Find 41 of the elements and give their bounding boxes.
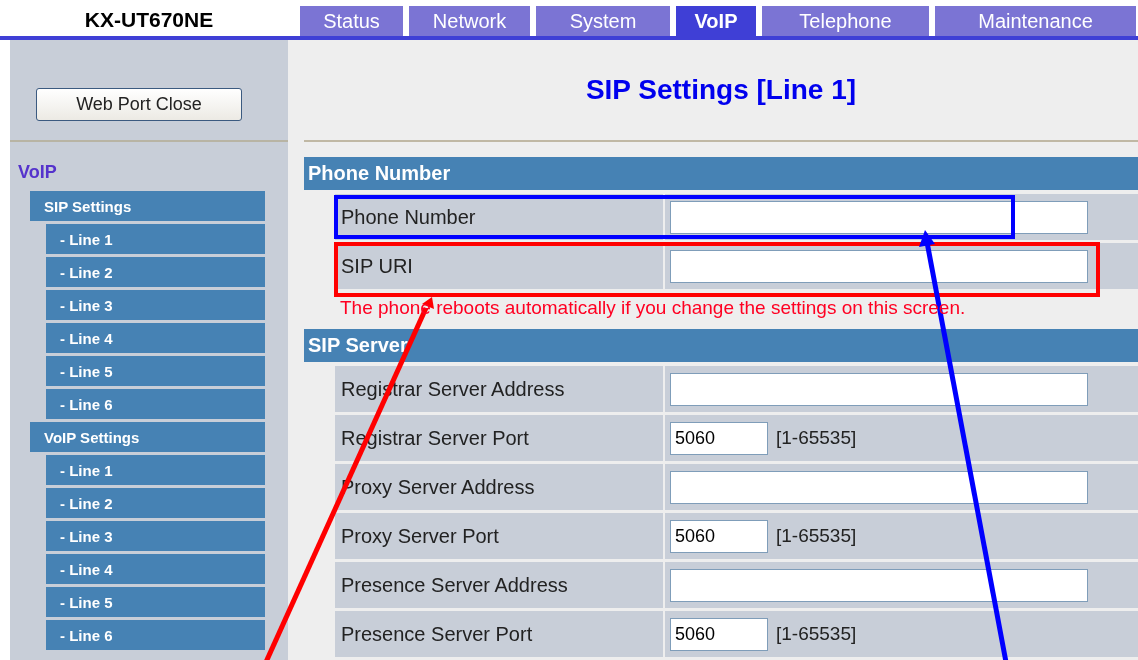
nav-tab[interactable]: VoIP <box>676 6 756 36</box>
field-label: SIP URI <box>335 243 663 289</box>
nav-tab[interactable]: Network <box>409 6 530 36</box>
sidebar-item[interactable]: - Line 4 <box>46 554 265 584</box>
sidebar-title: VoIP <box>18 162 58 183</box>
sidebar-item[interactable]: - Line 3 <box>46 521 265 551</box>
section-header: SIP Server <box>304 329 1138 362</box>
sidebar-group-link[interactable]: VoIP Settings <box>30 422 265 452</box>
page-title: SIP Settings [Line 1] <box>304 40 1138 142</box>
sidebar-group-link[interactable]: SIP Settings <box>30 191 265 221</box>
nav-tab[interactable]: System <box>536 6 670 36</box>
sidebar-item[interactable]: - Line 2 <box>46 488 265 518</box>
field-label: Presence Server Address <box>335 562 663 608</box>
range-hint: [1-65535] <box>776 623 857 645</box>
sidebar-item[interactable]: - Line 3 <box>46 290 265 320</box>
section-header: Phone Number <box>304 157 1138 190</box>
port-field[interactable]: 5060 <box>670 519 768 553</box>
port-field[interactable]: 5060 <box>670 617 768 651</box>
sidebar-item[interactable]: - Line 1 <box>46 455 265 485</box>
sidebar-item[interactable]: - Line 6 <box>46 389 265 419</box>
sidebar-item[interactable]: - Line 2 <box>46 257 265 287</box>
sidebar-item[interactable]: - Line 5 <box>46 356 265 386</box>
nav-tab[interactable]: Telephone <box>762 6 929 36</box>
port-field[interactable]: 5060 <box>670 421 768 455</box>
web-port-close-button[interactable]: Web Port Close <box>36 87 242 121</box>
nav-tab[interactable]: Status <box>300 6 403 36</box>
sidebar-item[interactable]: - Line 1 <box>46 224 265 254</box>
range-hint: [1-65535] <box>776 427 857 449</box>
field-label: Presence Server Port <box>335 611 663 657</box>
sidebar-item[interactable]: - Line 6 <box>46 620 265 650</box>
nav-tab[interactable]: Maintenance <box>935 6 1136 36</box>
text-field[interactable] <box>670 470 1088 504</box>
text-field[interactable] <box>670 249 1088 283</box>
model-name: KX-UT670NE <box>83 7 215 32</box>
sidebar-item[interactable]: - Line 5 <box>46 587 265 617</box>
text-field[interactable] <box>670 372 1088 406</box>
field-label: Proxy Server Port <box>335 513 663 559</box>
range-hint: [1-65535] <box>776 525 857 547</box>
text-field[interactable] <box>670 568 1088 602</box>
text-field[interactable] <box>670 200 1088 234</box>
sidebar-item[interactable]: - Line 4 <box>46 323 265 353</box>
